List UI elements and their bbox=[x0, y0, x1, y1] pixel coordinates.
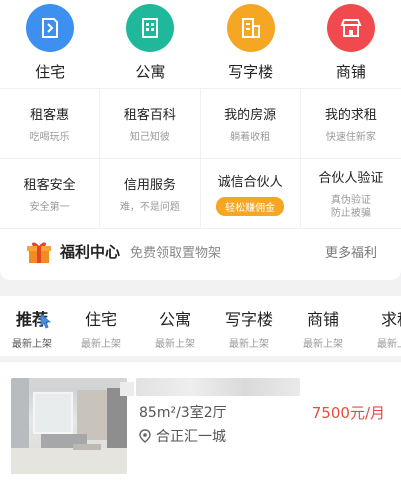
category-label: 商铺 bbox=[335, 63, 366, 81]
house-icon bbox=[26, 4, 75, 52]
tab-sub: 最新上架 bbox=[303, 339, 343, 350]
service-title: 租客百科 bbox=[123, 107, 176, 123]
tab-office[interactable]: 写字楼 最新上架 bbox=[212, 296, 286, 356]
service-row: 租客安全 安全第一 信用服务 难，不是问题 诚信合伙人 轻松赚佣金 合伙人验证 … bbox=[0, 158, 401, 228]
welfare-title: 福利中心 bbox=[60, 243, 121, 261]
gift-icon bbox=[27, 242, 51, 263]
service-title: 我的房源 bbox=[224, 107, 277, 123]
service-item[interactable]: 我的房源 躺着收租 bbox=[201, 89, 301, 158]
service-sub: 躺着收租 bbox=[230, 131, 271, 143]
welfare-banner[interactable]: 福利中心 免费领取置物架 更多福利 bbox=[0, 228, 401, 274]
shop-icon bbox=[326, 4, 375, 52]
service-sub: 吃喝玩乐 bbox=[29, 131, 70, 143]
service-sub-line: 防止被骗 bbox=[330, 208, 371, 219]
tab-sub: 最新上架 bbox=[12, 339, 52, 350]
tab-sub: 最新上架 bbox=[155, 339, 195, 350]
tab-wanted[interactable]: 求租 最新上架 bbox=[360, 296, 401, 356]
welfare-subtitle: 免费领取置物架 bbox=[130, 246, 222, 261]
category-shop[interactable]: 商铺 bbox=[301, 4, 401, 84]
more-welfare-link[interactable]: 更多福利 bbox=[325, 242, 377, 261]
category-row: 住宅 公寓 写字楼 商铺 bbox=[0, 4, 401, 84]
service-item[interactable]: 租客惠 吃喝玩乐 bbox=[0, 89, 101, 158]
category-office[interactable]: 写字楼 bbox=[201, 4, 301, 84]
listing-photo bbox=[11, 378, 127, 474]
service-title: 租客惠 bbox=[30, 107, 70, 123]
listing-location: 合正汇一城 bbox=[139, 426, 226, 446]
listing-price: 7500元/月 bbox=[311, 404, 385, 422]
service-sub: 知己知彼 bbox=[129, 131, 170, 143]
category-apartment[interactable]: 公寓 bbox=[100, 4, 200, 84]
service-sub: 快速住新家 bbox=[325, 131, 376, 143]
listing-title-blurred bbox=[136, 378, 300, 396]
tab-sub: 最新上架 bbox=[229, 339, 269, 350]
service-title: 诚信合伙人 bbox=[217, 175, 283, 190]
service-sub: 难，不是问题 bbox=[119, 201, 180, 213]
tab-shop[interactable]: 商铺 最新上架 bbox=[286, 296, 360, 356]
location-pin-icon bbox=[139, 429, 151, 443]
listing-location-text: 合正汇一城 bbox=[156, 429, 226, 445]
service-title: 租客安全 bbox=[23, 177, 76, 193]
service-item[interactable]: 合伙人验证 真伪验证防止被骗 bbox=[301, 159, 401, 228]
service-grid: 租客惠 吃喝玩乐 租客百科 知己知彼 我的房源 躺着收租 我的求租 快速住新家 … bbox=[0, 88, 401, 228]
service-item[interactable]: 租客百科 知己知彼 bbox=[100, 89, 201, 158]
category-card: 住宅 公寓 写字楼 商铺 租客惠 吃喝玩乐 租客百科 知己知彼 我的房源 躺着收… bbox=[0, 0, 401, 280]
listing-tabs: 推荐 最新上架 住宅 最新上架 公寓 最新上架 写字楼 最新上架 商铺 最新上架… bbox=[0, 296, 401, 356]
apartment-icon bbox=[126, 4, 175, 52]
tab-name: 写字楼 bbox=[224, 310, 273, 329]
tab-recommended[interactable]: 推荐 最新上架 bbox=[0, 296, 64, 356]
category-label: 写字楼 bbox=[228, 63, 274, 81]
office-icon bbox=[226, 4, 275, 52]
blurred-region bbox=[120, 382, 134, 396]
commission-pill[interactable]: 轻松赚佣金 bbox=[216, 197, 285, 216]
pointer-cursor-icon bbox=[40, 313, 52, 329]
tab-name: 求租 bbox=[380, 310, 401, 329]
service-title: 信用服务 bbox=[123, 177, 176, 193]
service-sub: 真伪验证 防止被骗 bbox=[331, 194, 371, 220]
tab-name: 商铺 bbox=[306, 310, 339, 329]
service-item[interactable]: 诚信合伙人 轻松赚佣金 bbox=[201, 159, 301, 228]
listing-card[interactable]: 85m²/3室2厅 合正汇一城 7500元/月 bbox=[0, 362, 401, 494]
tab-house[interactable]: 住宅 最新上架 bbox=[64, 296, 138, 356]
tab-sub: 最新上架 bbox=[81, 339, 121, 350]
category-house[interactable]: 住宅 bbox=[0, 4, 100, 84]
service-row: 租客惠 吃喝玩乐 租客百科 知己知彼 我的房源 躺着收租 我的求租 快速住新家 bbox=[0, 88, 401, 158]
tab-name: 公寓 bbox=[158, 310, 191, 329]
category-label: 公寓 bbox=[135, 63, 166, 81]
service-sub: 安全第一 bbox=[29, 201, 70, 213]
tab-name: 住宅 bbox=[84, 310, 117, 329]
listing-spec: 85m²/3室2厅 bbox=[139, 405, 227, 421]
tab-apartment[interactable]: 公寓 最新上架 bbox=[138, 296, 212, 356]
service-item[interactable]: 我的求租 快速住新家 bbox=[301, 89, 401, 158]
service-item[interactable]: 信用服务 难，不是问题 bbox=[100, 159, 201, 228]
service-item[interactable]: 租客安全 安全第一 bbox=[0, 159, 101, 228]
service-sub-line: 真伪验证 bbox=[330, 195, 371, 206]
category-label: 住宅 bbox=[35, 63, 66, 81]
tab-sub: 最新上架 bbox=[377, 339, 401, 350]
service-title: 我的求租 bbox=[324, 107, 377, 123]
service-title: 合伙人验证 bbox=[318, 171, 384, 186]
